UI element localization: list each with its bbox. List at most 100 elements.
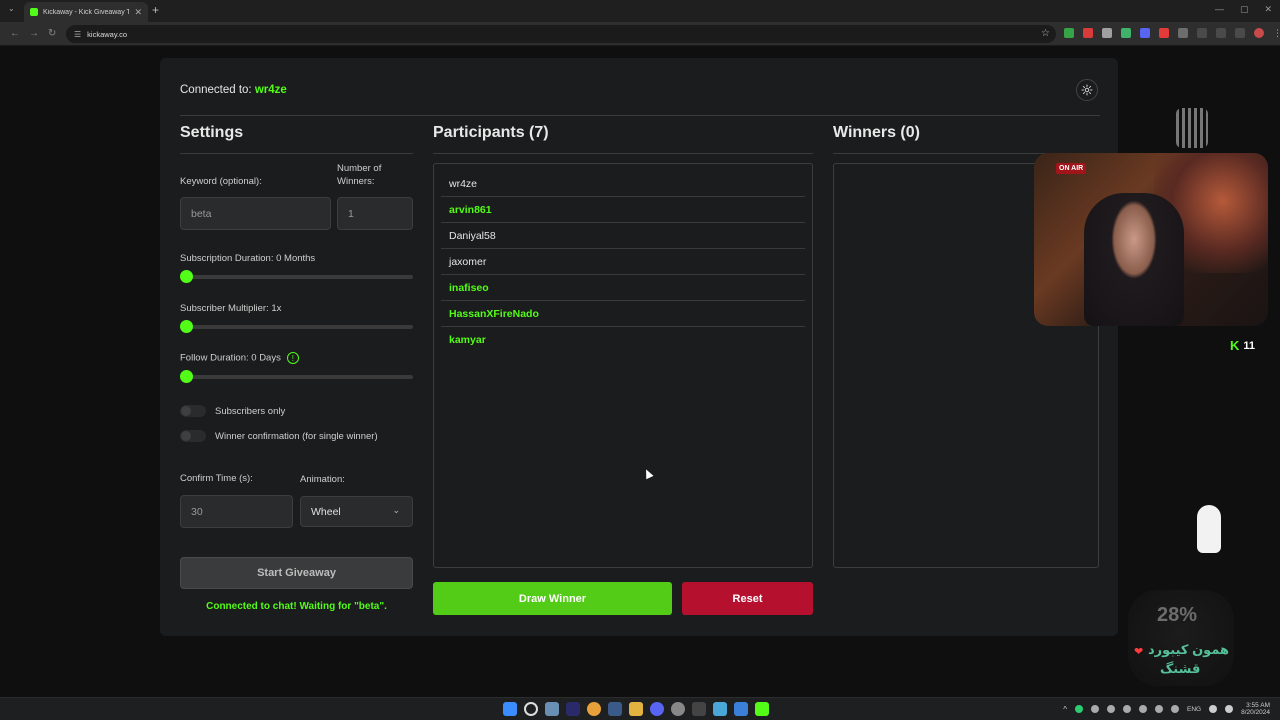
participants-list[interactable]: wr4ze arvin861 Daniyal58 jaxomer inafise… xyxy=(433,163,813,568)
participant-row: jaxomer xyxy=(441,249,805,275)
extension-icon[interactable] xyxy=(1140,28,1150,38)
volume-icon[interactable] xyxy=(1225,705,1234,713)
extension-icon[interactable] xyxy=(1083,28,1093,38)
follow-duration-text: Follow Duration: 0 Days xyxy=(180,352,281,364)
download-icon[interactable] xyxy=(1235,28,1245,38)
confirm-time-input[interactable]: 30 xyxy=(180,495,293,528)
tab-close-icon[interactable]: ✕ xyxy=(134,7,142,18)
task-view-icon[interactable] xyxy=(545,702,559,716)
puzzle-icon[interactable] xyxy=(1216,28,1226,38)
subscriber-multiplier-slider[interactable] xyxy=(180,320,413,333)
tray-app-icon[interactable] xyxy=(1170,705,1179,713)
clock-time: 3:55 AM xyxy=(1246,702,1270,709)
extension-icon[interactable] xyxy=(1197,28,1207,38)
participant-row: Daniyal58 xyxy=(441,223,805,249)
profile-avatar[interactable] xyxy=(1254,28,1264,38)
extension-icon[interactable] xyxy=(1121,28,1131,38)
terminal-icon[interactable] xyxy=(692,702,706,716)
app-icon[interactable] xyxy=(713,702,727,716)
settings-title: Settings xyxy=(180,124,244,141)
winners-label: Number of Winners: xyxy=(337,163,382,187)
tray-app-icon[interactable] xyxy=(1090,705,1099,713)
settings-gear-button[interactable] xyxy=(1076,79,1098,101)
slider-thumb[interactable] xyxy=(180,370,193,383)
follow-duration-slider[interactable] xyxy=(180,370,413,383)
winner-confirmation-toggle[interactable] xyxy=(180,430,206,442)
info-icon[interactable]: ! xyxy=(286,352,299,364)
animation-select[interactable]: Wheel ⌄ xyxy=(300,496,413,527)
subscribers-only-label: Subscribers only xyxy=(215,406,286,417)
slider-thumb[interactable] xyxy=(180,320,193,333)
follow-duration-label: Follow Duration: 0 Days! xyxy=(180,352,299,364)
clock-date: 8/20/2024 xyxy=(1241,709,1270,716)
subscription-duration-label: Subscription Duration: 0 Months xyxy=(180,253,316,264)
address-bar[interactable]: ☰ kickaway.co ☆ xyxy=(66,25,1056,43)
participant-row: inafiseo xyxy=(441,275,805,301)
start-windows-icon[interactable] xyxy=(503,702,517,716)
tray-app-icon[interactable] xyxy=(1106,705,1115,713)
viewer-count: 11 xyxy=(1243,339,1256,352)
folder-icon[interactable] xyxy=(629,702,643,716)
animation-label: Animation: xyxy=(300,474,345,485)
clock[interactable]: 3:55 AM 8/20/2024 xyxy=(1241,702,1270,716)
microphone-icon[interactable] xyxy=(1138,705,1147,713)
participant-row: kamyar xyxy=(449,334,486,346)
back-icon[interactable]: ← xyxy=(10,28,20,39)
winners-count-input[interactable]: 1 xyxy=(337,197,413,230)
participant-row: HassanXFireNado xyxy=(441,301,805,327)
pixel-character-overlay xyxy=(1176,108,1208,148)
maximize-icon[interactable]: ▢ xyxy=(1240,4,1249,15)
tab-search-icon[interactable]: ⌄ xyxy=(8,4,15,13)
kebab-menu-icon[interactable]: ⋮ xyxy=(1273,28,1280,38)
extension-icon[interactable] xyxy=(1064,28,1074,38)
giveaway-card: Connected to: wr4ze Settings Keyword (op… xyxy=(160,58,1118,636)
winner-confirmation-label: Winner confirmation (for single winner) xyxy=(215,431,378,442)
on-air-sign: ON AIR xyxy=(1056,163,1087,174)
minimize-icon[interactable]: — xyxy=(1215,4,1224,15)
reload-icon[interactable]: ↻ xyxy=(48,28,56,39)
extension-icon[interactable] xyxy=(1178,28,1188,38)
subscribers-only-toggle[interactable] xyxy=(180,405,206,417)
tray-app-icon[interactable] xyxy=(1154,705,1163,713)
kick-app-icon[interactable] xyxy=(755,702,769,716)
kick-favicon-icon xyxy=(30,8,38,16)
tray-app-icon[interactable] xyxy=(1122,705,1131,713)
overlay-text-line1: همون کیبورد xyxy=(1148,642,1230,657)
extension-icon[interactable] xyxy=(1159,28,1169,38)
premiere-icon[interactable] xyxy=(566,702,580,716)
progress-percent: 28% xyxy=(1157,604,1198,626)
steam-icon[interactable] xyxy=(608,702,622,716)
keyword-input[interactable]: beta xyxy=(180,197,331,230)
discord-icon[interactable] xyxy=(650,702,664,716)
ghost-overlay xyxy=(1197,505,1221,553)
slider-thumb[interactable] xyxy=(180,270,193,283)
draw-winner-button[interactable]: Draw Winner xyxy=(433,582,672,615)
extension-icon[interactable] xyxy=(1102,28,1112,38)
reset-button[interactable]: Reset xyxy=(682,582,813,615)
new-tab-icon[interactable]: + xyxy=(152,3,159,17)
bookmark-star-icon[interactable]: ☆ xyxy=(1041,28,1050,39)
browser-tab[interactable]: Kickaway - Kick Giveaway Tool ✕ xyxy=(24,2,148,22)
window-controls: — ▢ ✕ xyxy=(1215,4,1272,15)
tray-app-icon[interactable] xyxy=(1074,705,1083,713)
confirm-time-label: Confirm Time (s): xyxy=(180,473,253,484)
forward-icon[interactable]: → xyxy=(29,28,39,39)
system-tray: ^ ENG 3:55 AM 8/20/2024 xyxy=(1063,702,1270,716)
chrome-icon[interactable] xyxy=(587,702,601,716)
site-info-icon[interactable]: ☰ xyxy=(74,30,81,39)
kick-logo-icon: K xyxy=(1230,338,1240,353)
participant-row: wr4ze xyxy=(441,171,805,197)
winners-title: Winners (0) xyxy=(833,124,920,141)
close-window-icon[interactable]: ✕ xyxy=(1264,4,1272,15)
tab-title: Kickaway - Kick Giveaway Tool xyxy=(43,8,130,16)
start-giveaway-button[interactable]: Start Giveaway xyxy=(180,557,413,589)
chevron-up-icon[interactable]: ^ xyxy=(1063,705,1067,714)
app-icon[interactable] xyxy=(734,702,748,716)
chevron-down-icon: ⌄ xyxy=(392,505,400,515)
language-indicator[interactable]: ENG xyxy=(1187,706,1201,713)
subscription-duration-slider[interactable] xyxy=(180,270,413,283)
overlay-text-line2: قشنگ xyxy=(1160,661,1201,676)
network-icon[interactable] xyxy=(1209,705,1218,713)
settings-icon[interactable] xyxy=(671,702,685,716)
search-icon[interactable] xyxy=(524,702,538,716)
